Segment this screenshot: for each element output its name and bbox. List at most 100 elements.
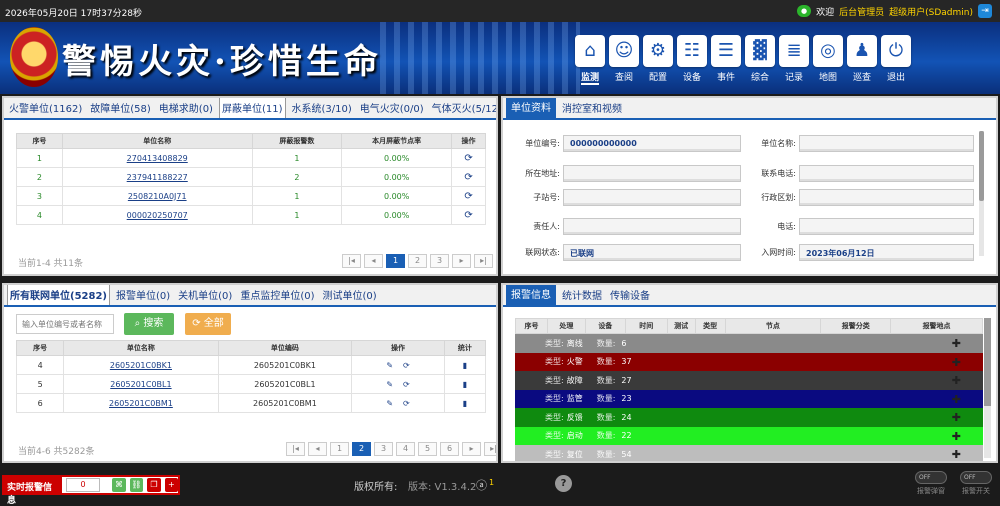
alarm-type-row[interactable]: 类型: 监管 数量: 23 ✚ — [515, 389, 983, 408]
column-header: 单位名称 — [61, 133, 253, 149]
page-button[interactable]: 5 — [418, 442, 437, 456]
show-all-button[interactable]: ⟳ 全部 — [185, 313, 231, 335]
alarm-type-row[interactable]: 类型: 火警 数量: 37 ✚ — [515, 352, 983, 371]
refresh-icon[interactable]: ⟳ — [403, 361, 410, 370]
tab-0[interactable]: 所有联网单位(5282) — [7, 285, 110, 305]
nav-item-6[interactable]: ≣ 记录 — [779, 35, 809, 83]
logout-icon[interactable]: ⇥ — [978, 4, 992, 18]
tab-1[interactable]: 报警单位(0) — [114, 285, 172, 305]
expand-icon[interactable]: ✚ — [952, 393, 961, 406]
alarm-type-row[interactable]: 类型: 反馈 数量: 24 ✚ — [515, 408, 983, 427]
nav-item-1[interactable]: ☺ 查阅 — [609, 35, 639, 83]
tab-1[interactable]: 故障单位(58) — [88, 98, 153, 118]
unit-name-link[interactable]: 237941188227 — [127, 173, 188, 182]
toggle-switch[interactable]: OFF — [960, 471, 992, 484]
tab-2[interactable]: 传输设备 — [608, 285, 652, 305]
tab-3[interactable]: 重点监控单位(0) — [238, 285, 316, 305]
bar-chart-icon[interactable]: ▮ — [463, 361, 467, 370]
pin-icon[interactable]: ✎ — [386, 380, 393, 389]
page-button[interactable]: 1 — [330, 442, 349, 456]
unit-name-link[interactable]: 2605201C0BL1 — [110, 380, 171, 389]
unit-name-link[interactable]: 270413408829 — [127, 154, 188, 163]
alarm-type-row[interactable]: 类型: 故障 数量: 27 ✚ — [515, 371, 983, 390]
pin-icon[interactable]: ✎ — [386, 361, 393, 370]
tab-3[interactable]: 屏蔽单位(11) — [218, 98, 286, 118]
unit-name-link[interactable]: 2508210A0J71 — [128, 192, 187, 201]
nav-item-8[interactable]: ♟ 巡查 — [847, 35, 877, 83]
tab-2[interactable]: 关机单位(0) — [176, 285, 234, 305]
tab-0[interactable]: 火警单位(1162) — [7, 98, 84, 118]
scrollbar[interactable] — [979, 131, 984, 256]
alarm-count: 27 — [621, 375, 632, 385]
page-button[interactable]: 3 — [430, 254, 449, 268]
unit-name-link[interactable]: 000020250707 — [127, 211, 188, 220]
alarm-type-row[interactable]: 类型: 离线 数量: 6 ✚ — [515, 334, 983, 353]
tab-1[interactable]: 统计数据 — [560, 285, 604, 305]
refresh-icon[interactable]: ⟳ — [403, 380, 410, 389]
page-button[interactable]: |◂ — [286, 442, 305, 456]
tab-0[interactable]: 报警信息 — [506, 285, 556, 305]
wechat-icon[interactable]: ● — [797, 5, 812, 17]
tab-5[interactable]: 电气火灾(0/0) — [358, 98, 426, 118]
tab-0[interactable]: 单位资料 — [506, 98, 556, 118]
page-button[interactable]: |◂ — [342, 254, 361, 268]
copy-icon[interactable]: ❐ — [147, 478, 161, 492]
nav-item-0[interactable]: ⌂ 监测 — [575, 35, 605, 85]
link-icon[interactable]: ⛓ — [129, 478, 144, 492]
networked-units-table: 序号 单位名称 单位编码 操作 统计 4 2605201C0BK1 2605201C0BK1… — [15, 340, 487, 413]
page-button[interactable]: ▸| — [484, 442, 496, 456]
page-button[interactable]: ▸ — [462, 442, 481, 456]
search-button[interactable]: ⌕ 搜索 — [124, 313, 174, 335]
page-button[interactable]: ◂ — [308, 442, 327, 456]
nav-item-4[interactable]: ☰ 事件 — [711, 35, 741, 83]
refresh-icon[interactable]: ⟳ — [464, 172, 472, 183]
expand-icon[interactable]: ✚ — [952, 356, 961, 369]
pin-icon[interactable]: ✎ — [386, 399, 393, 408]
scrollbar[interactable] — [984, 318, 991, 458]
help-icon[interactable]: ? — [555, 475, 572, 492]
count-label: 数量: — [596, 449, 616, 459]
toggle-switch[interactable]: OFF — [915, 471, 947, 484]
unit-name-link[interactable]: 2605201C0BK1 — [110, 361, 172, 370]
nav-item-3[interactable]: ☷ 设备 — [677, 35, 707, 83]
page-button[interactable]: 2 — [408, 254, 427, 268]
type-label: 类型: — [545, 357, 564, 367]
expand-icon[interactable]: ✚ — [952, 411, 961, 424]
unit-name-link[interactable]: 2605201C0BM1 — [109, 399, 173, 408]
tab-1[interactable]: 消控室和视频 — [560, 98, 624, 118]
page-button[interactable]: 1 — [386, 254, 405, 268]
expand-icon[interactable]: ✚ — [952, 374, 961, 387]
bar-chart-icon[interactable]: ▮ — [463, 399, 467, 408]
form-row: 所在地址: — [505, 165, 741, 182]
tab-6[interactable]: 气体灭火(5/12) — [430, 98, 496, 118]
tab-4[interactable]: 测试单位(0) — [321, 285, 379, 305]
page-button[interactable]: 3 — [374, 442, 393, 456]
nav-item-9[interactable]: ⏻ 退出 — [881, 35, 911, 83]
expand-icon[interactable]: ✚ — [952, 337, 961, 350]
bar-chart-icon[interactable]: ▮ — [463, 380, 467, 389]
page-button[interactable]: 6 — [440, 442, 459, 456]
page-button[interactable]: ◂ — [364, 254, 383, 268]
alarm-type-row[interactable]: 类型: 启动 数量: 22 ✚ — [515, 426, 983, 445]
refresh-icon[interactable]: ⟳ — [464, 191, 472, 202]
search-input[interactable] — [16, 314, 114, 334]
page-button[interactable]: 4 — [396, 442, 415, 456]
page-button[interactable]: ▸ — [452, 254, 471, 268]
add-icon[interactable]: + — [164, 478, 179, 492]
nav-item-7[interactable]: ◎ 地图 — [813, 35, 843, 83]
refresh-icon[interactable]: ⟳ — [403, 399, 410, 408]
refresh-icon[interactable]: ⟳ — [464, 153, 472, 164]
nav-item-5[interactable]: ▓ 综合 — [745, 35, 775, 83]
expand-icon[interactable]: ✚ — [952, 430, 961, 443]
tab-4[interactable]: 水系统(3/10) — [290, 98, 354, 118]
refresh-icon[interactable]: ⟳ — [464, 210, 472, 221]
alarm-type-row[interactable]: 类型: 复位 数量: 54 ✚ — [515, 445, 983, 461]
alarm-popup-toggle[interactable]: OFF 报警弹窗 — [910, 471, 952, 496]
nav-item-2[interactable]: ⚙ 配置 — [643, 35, 673, 83]
alarm-switch-toggle[interactable]: OFF 报警开关 — [955, 471, 997, 496]
page-button[interactable]: ▸| — [474, 254, 493, 268]
page-button[interactable]: 2 — [352, 442, 371, 456]
network-icon[interactable]: ⌘ — [112, 478, 126, 492]
expand-icon[interactable]: ✚ — [952, 448, 961, 461]
tab-2[interactable]: 电梯求助(0) — [157, 98, 215, 118]
